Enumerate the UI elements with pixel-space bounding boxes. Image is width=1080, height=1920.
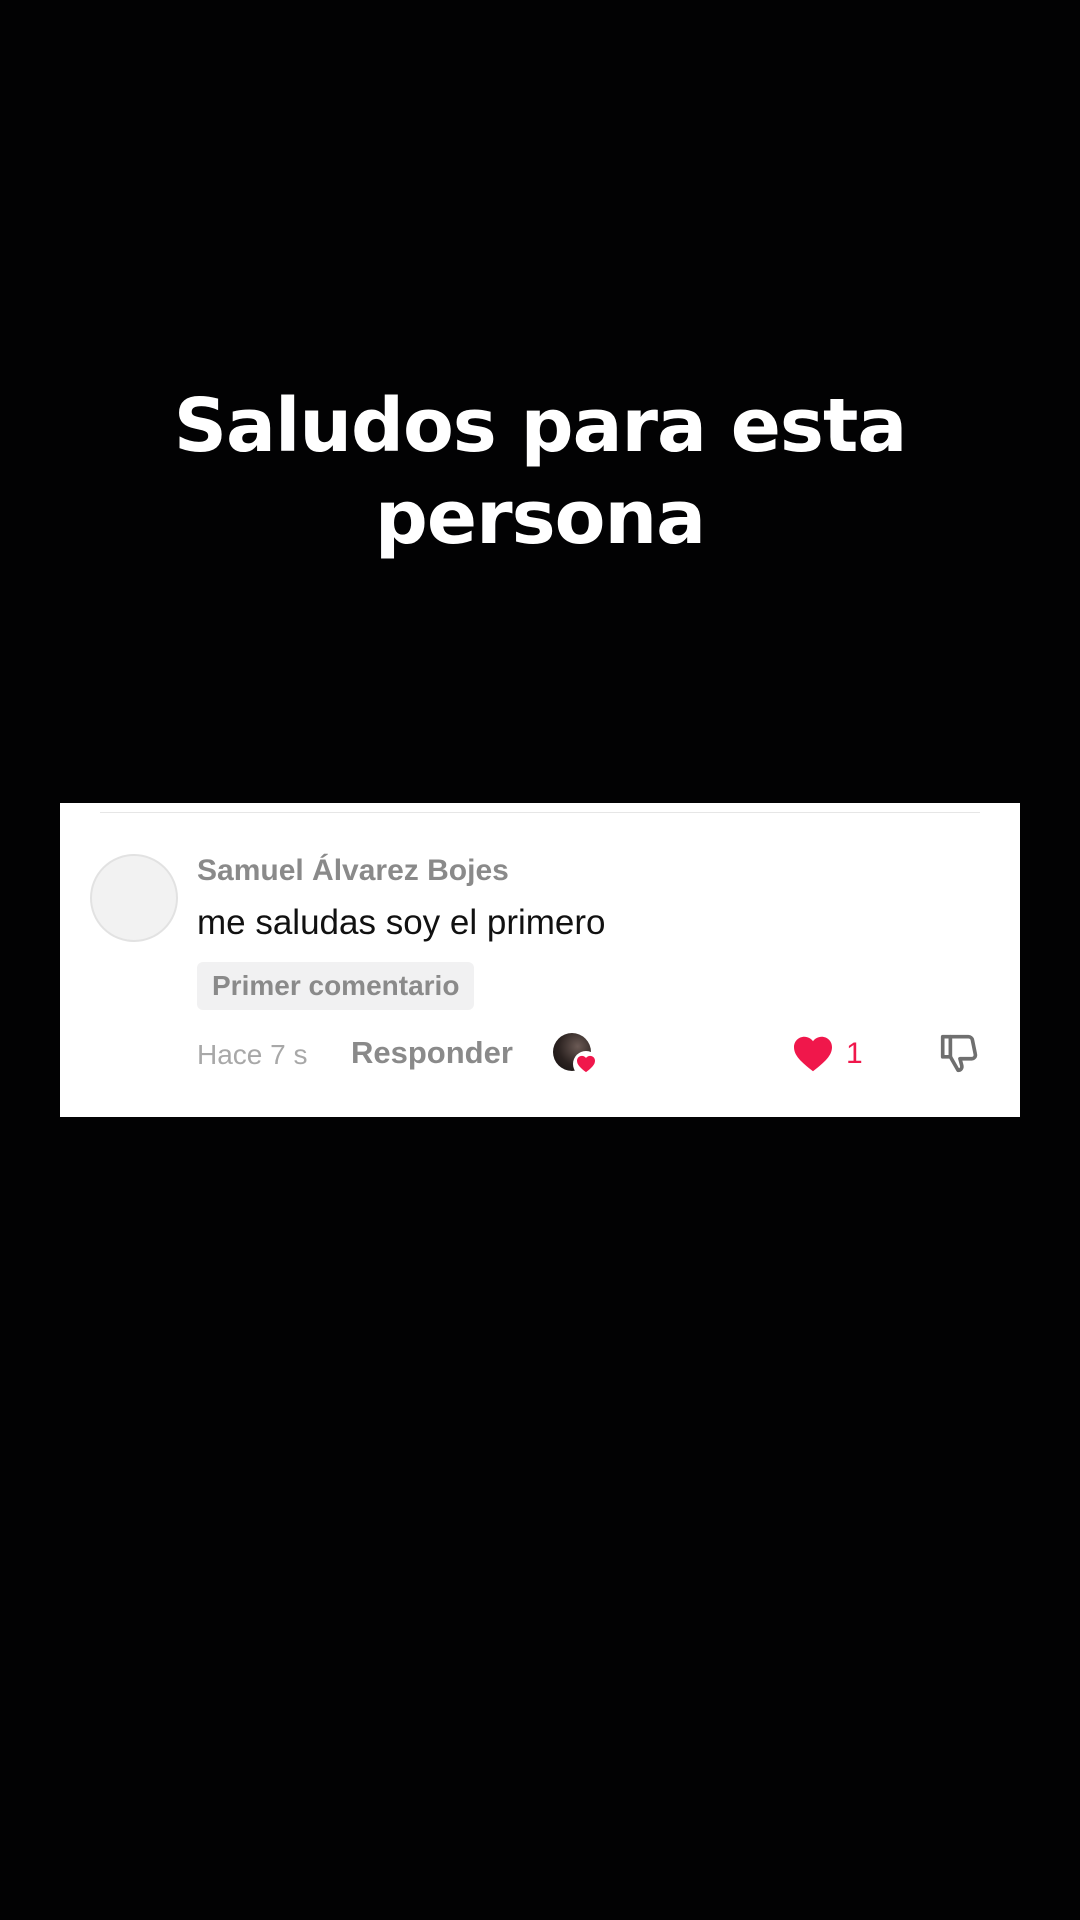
comment-username[interactable]: Samuel Álvarez Bojes [197, 853, 509, 889]
dislike-button[interactable] [936, 1030, 984, 1078]
like-button[interactable]: 1 [792, 1030, 863, 1078]
like-count: 1 [846, 1037, 863, 1070]
caption-line-2: persona [374, 475, 706, 561]
first-comment-badge: Primer comentario [197, 962, 475, 1010]
comment-card: Samuel Álvarez Bojes me saludas soy el p… [60, 803, 1020, 1117]
liked-by-creator-indicator [553, 1033, 601, 1077]
heart-icon [794, 1036, 832, 1072]
reply-button[interactable]: Responder [351, 1033, 513, 1073]
divider [100, 812, 980, 813]
creator-heart-icon [573, 1051, 599, 1077]
thumbs-down-icon [940, 1034, 978, 1073]
comment-timestamp: Hace 7 s [197, 1039, 308, 1070]
comment-text: me saludas soy el primero [197, 903, 606, 942]
video-frame: Saludos para esta persona Samuel Álvarez… [0, 0, 1080, 1920]
caption-line-1: Saludos para esta [173, 383, 908, 469]
video-caption: Saludos para esta persona [0, 380, 1080, 564]
avatar[interactable] [90, 854, 178, 942]
